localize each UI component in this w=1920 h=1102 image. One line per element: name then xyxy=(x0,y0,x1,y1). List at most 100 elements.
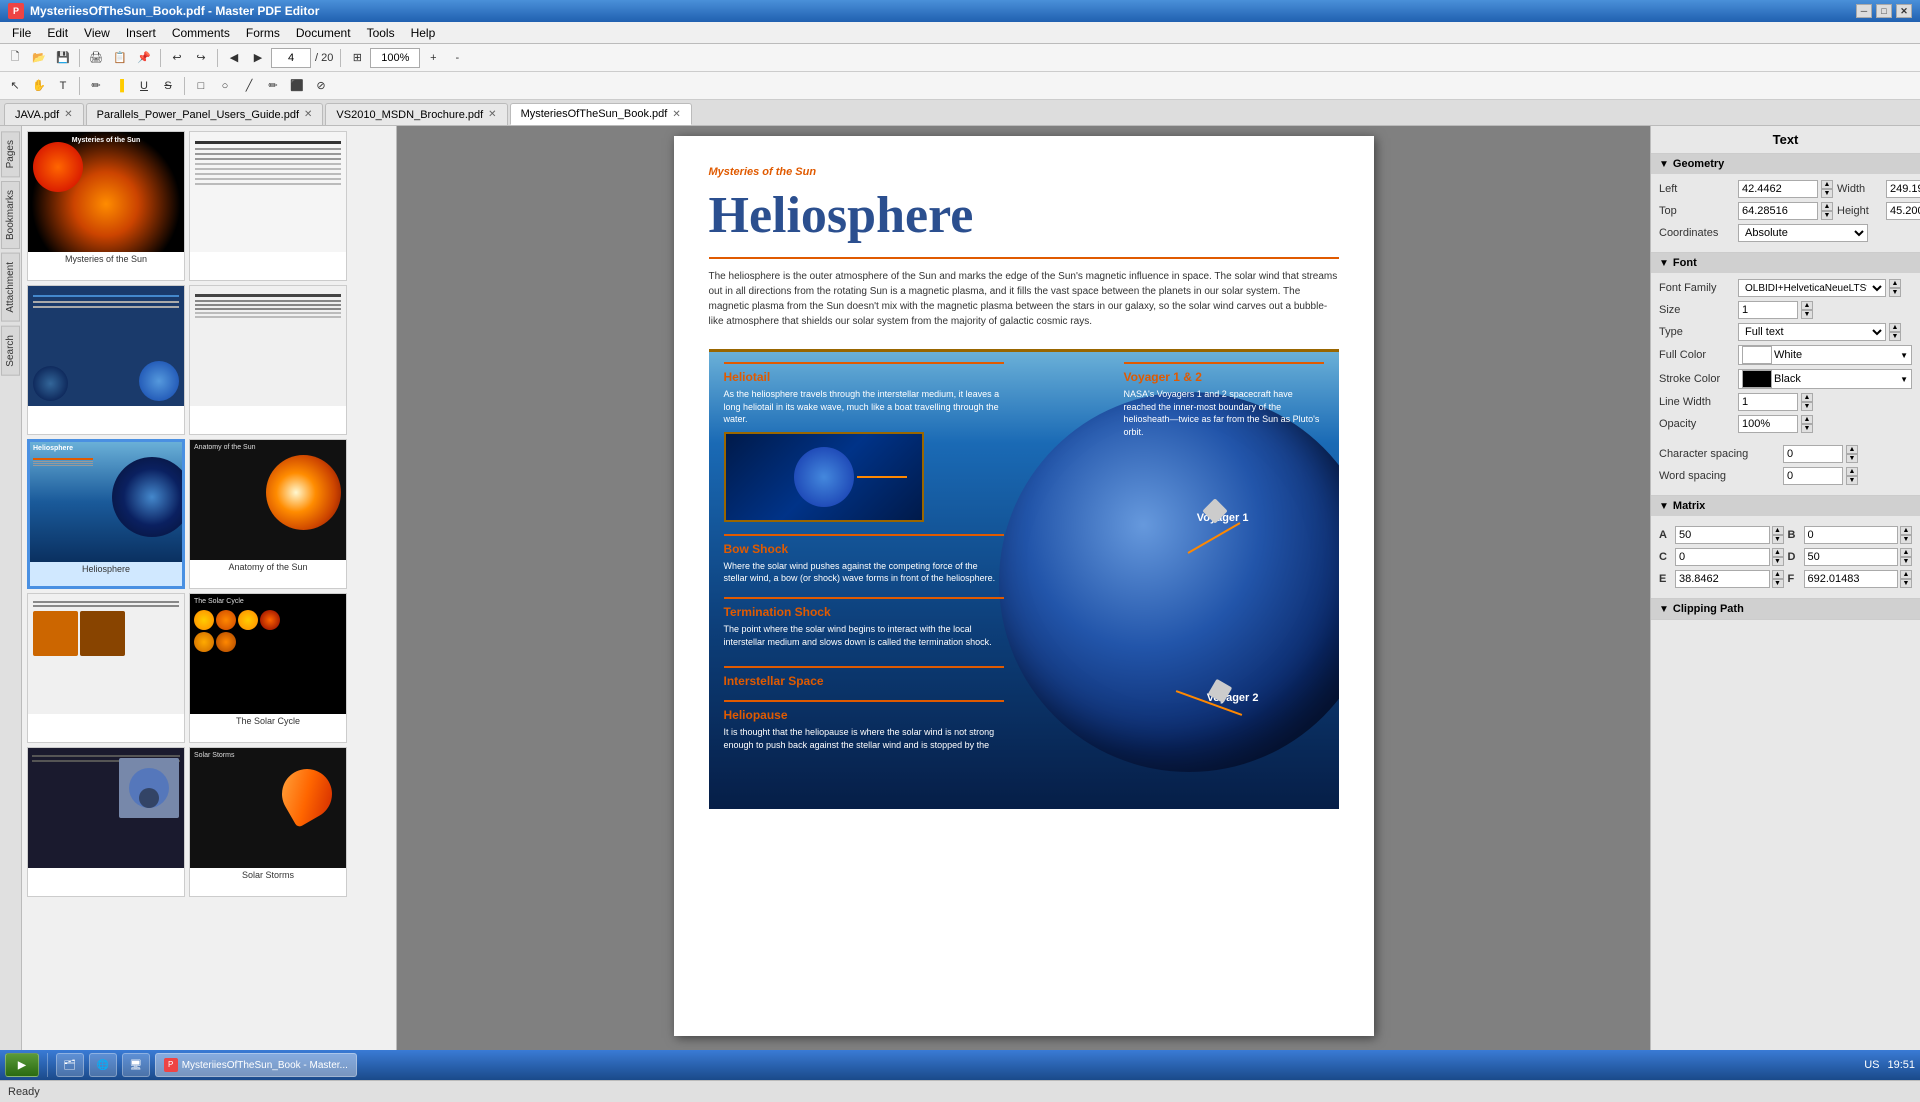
hand-tool-btn[interactable]: ✋ xyxy=(28,75,50,97)
strikethrough-btn[interactable]: S xyxy=(157,75,179,97)
select-tool-btn[interactable]: ↖ xyxy=(4,75,26,97)
menu-file[interactable]: File xyxy=(4,24,39,42)
left-down[interactable]: ▼ xyxy=(1821,189,1833,198)
underline-btn[interactable]: U xyxy=(133,75,155,97)
opacity-down[interactable]: ▼ xyxy=(1801,424,1813,433)
save-btn[interactable]: 💾 xyxy=(52,47,74,69)
thumb-page-3[interactable] xyxy=(27,285,185,435)
pencil-btn[interactable]: ✏ xyxy=(262,75,284,97)
maximize-button[interactable]: □ xyxy=(1876,4,1892,18)
taskbar-files-btn[interactable]: 🗂 xyxy=(56,1053,84,1077)
thumb-page-6[interactable]: Anatomy of the Sun Anatomy of the Sun xyxy=(189,439,347,589)
size-down[interactable]: ▼ xyxy=(1801,310,1813,319)
top-up[interactable]: ▲ xyxy=(1821,202,1833,211)
font-family-up[interactable]: ▲ xyxy=(1889,279,1901,288)
menu-document[interactable]: Document xyxy=(288,24,359,42)
tab-mysteries[interactable]: MysteriesOfTheSun_Book.pdf ✕ xyxy=(510,103,692,125)
paste-btn[interactable]: 📌 xyxy=(133,47,155,69)
left-input[interactable]: 42.4462 xyxy=(1738,180,1818,198)
word-spacing-up[interactable]: ▲ xyxy=(1846,467,1858,476)
menu-comments[interactable]: Comments xyxy=(164,24,238,42)
redo-btn[interactable]: ↪ xyxy=(190,47,212,69)
line-btn[interactable]: ╱ xyxy=(238,75,260,97)
menu-help[interactable]: Help xyxy=(403,24,444,42)
type-down[interactable]: ▼ xyxy=(1889,332,1901,341)
open-btn[interactable]: 📂 xyxy=(28,47,50,69)
thumb-page-8[interactable]: The Solar Cycle xyxy=(189,593,347,743)
zoom-input[interactable]: 100% xyxy=(370,48,420,68)
zoom-out-btn[interactable]: - xyxy=(446,47,468,69)
minimize-button[interactable]: ─ xyxy=(1856,4,1872,18)
matrix-e-input[interactable]: 38.8462 xyxy=(1675,570,1770,588)
menu-forms[interactable]: Forms xyxy=(238,24,288,42)
font-header[interactable]: ▼ Font xyxy=(1651,253,1920,273)
search-panel-btn[interactable]: Search xyxy=(1,326,20,376)
tab-java-close[interactable]: ✕ xyxy=(64,109,72,120)
eraser-btn[interactable]: ⊘ xyxy=(310,75,332,97)
menu-edit[interactable]: Edit xyxy=(39,24,76,42)
matrix-f-down[interactable]: ▼ xyxy=(1900,579,1912,588)
menu-insert[interactable]: Insert xyxy=(118,24,164,42)
taskbar-start[interactable]: ▶ xyxy=(5,1053,39,1077)
tab-mysteries-close[interactable]: ✕ xyxy=(672,109,680,120)
tab-parallels[interactable]: Parallels_Power_Panel_Users_Guide.pdf ✕ xyxy=(86,103,324,125)
width-input[interactable]: 249.19998 xyxy=(1886,180,1920,198)
matrix-b-input[interactable]: 0 xyxy=(1804,526,1899,544)
matrix-e-down[interactable]: ▼ xyxy=(1772,579,1784,588)
close-button[interactable]: ✕ xyxy=(1896,4,1912,18)
word-spacing-input[interactable]: 0 xyxy=(1783,467,1843,485)
geometry-header[interactable]: ▼ Geometry xyxy=(1651,154,1920,174)
copy-btn[interactable]: 📋 xyxy=(109,47,131,69)
type-up[interactable]: ▲ xyxy=(1889,323,1901,332)
thumb-page-2[interactable] xyxy=(189,131,347,281)
size-input[interactable]: 1 xyxy=(1738,301,1798,319)
undo-btn[interactable]: ↩ xyxy=(166,47,188,69)
tab-vs2010-close[interactable]: ✕ xyxy=(488,109,496,120)
font-family-down[interactable]: ▼ xyxy=(1889,288,1901,297)
matrix-d-input[interactable]: 50 xyxy=(1804,548,1899,566)
char-spacing-down[interactable]: ▼ xyxy=(1846,454,1858,463)
matrix-header[interactable]: ▼ Matrix xyxy=(1651,496,1920,516)
attachment-panel-btn[interactable]: Attachment xyxy=(1,253,20,322)
matrix-f-up[interactable]: ▲ xyxy=(1900,570,1912,579)
thumb-page-10[interactable]: Solar Storms Solar Storms xyxy=(189,747,347,897)
word-spacing-down[interactable]: ▼ xyxy=(1846,476,1858,485)
prev-page-btn[interactable]: ◀ xyxy=(223,47,245,69)
menu-tools[interactable]: Tools xyxy=(359,24,403,42)
matrix-a-input[interactable]: 50 xyxy=(1675,526,1770,544)
menu-view[interactable]: View xyxy=(76,24,118,42)
taskbar-pdf-app-btn[interactable]: P MysteriiesOfTheSun_Book - Master... xyxy=(155,1053,357,1077)
pdf-viewer[interactable]: Mysteries of the Sun Heliosphere The hel… xyxy=(397,126,1650,1080)
opacity-up[interactable]: ▲ xyxy=(1801,415,1813,424)
print-btn[interactable]: 🖨 xyxy=(85,47,107,69)
annotation-btn[interactable]: ✏ xyxy=(85,75,107,97)
tab-parallels-close[interactable]: ✕ xyxy=(304,109,312,120)
zoom-in-btn[interactable]: + xyxy=(422,47,444,69)
thumb-page-5[interactable]: Heliosphere Heliosphere xyxy=(27,439,185,589)
taskbar-browser-btn[interactable]: 🌐 xyxy=(89,1053,117,1077)
matrix-e-up[interactable]: ▲ xyxy=(1772,570,1784,579)
matrix-c-up[interactable]: ▲ xyxy=(1772,548,1784,557)
pages-panel-btn[interactable]: Pages xyxy=(1,131,20,177)
line-width-input[interactable]: 1 xyxy=(1738,393,1798,411)
line-width-down[interactable]: ▼ xyxy=(1801,402,1813,411)
matrix-d-down[interactable]: ▼ xyxy=(1900,557,1912,566)
left-up[interactable]: ▲ xyxy=(1821,180,1833,189)
matrix-b-up[interactable]: ▲ xyxy=(1900,526,1912,535)
new-btn[interactable]: 🗋 xyxy=(4,47,26,69)
taskbar-terminal-btn[interactable]: 🖥 xyxy=(122,1053,150,1077)
line-width-up[interactable]: ▲ xyxy=(1801,393,1813,402)
thumb-page-1[interactable]: Mysteries of the Sun Mysteries of the Su… xyxy=(27,131,185,281)
coordinates-select[interactable]: Absolute xyxy=(1738,224,1868,242)
opacity-input[interactable]: 100% xyxy=(1738,415,1798,433)
clipping-header[interactable]: ▼ Clipping Path xyxy=(1651,599,1920,619)
top-down[interactable]: ▼ xyxy=(1821,211,1833,220)
char-spacing-input[interactable]: 0 xyxy=(1783,445,1843,463)
tab-vs2010[interactable]: VS2010_MSDN_Brochure.pdf ✕ xyxy=(325,103,507,125)
tab-java[interactable]: JAVA.pdf ✕ xyxy=(4,103,84,125)
height-input[interactable]: 45.20001 xyxy=(1886,202,1920,220)
matrix-f-input[interactable]: 692.01483 xyxy=(1804,570,1899,588)
thumb-page-4[interactable] xyxy=(189,285,347,435)
type-select[interactable]: Full text xyxy=(1738,323,1886,341)
matrix-c-input[interactable]: 0 xyxy=(1675,548,1770,566)
